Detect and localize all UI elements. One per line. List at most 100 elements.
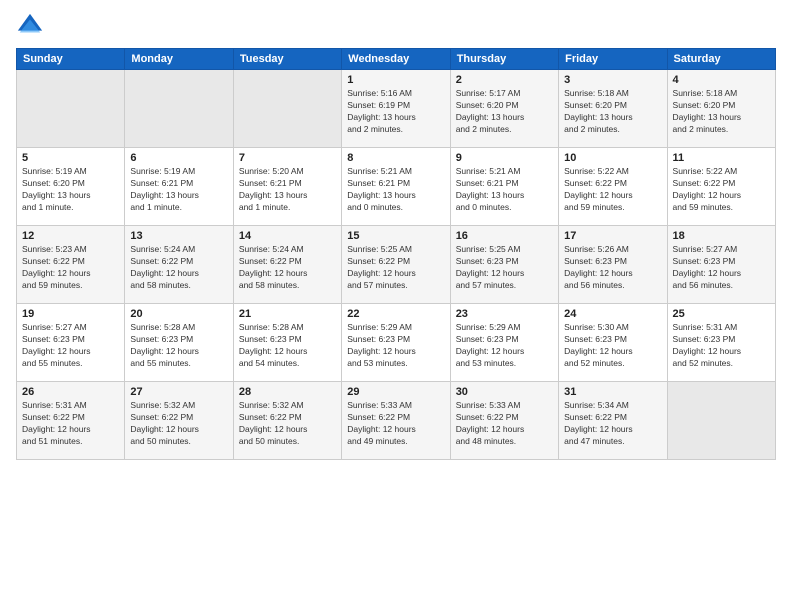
calendar-cell: 29 Sunrise: 5:33 AM Sunset: 6:22 PM Dayli… — [342, 382, 450, 460]
week-row: 1 Sunrise: 5:16 AM Sunset: 6:19 PM Daylig… — [17, 70, 776, 148]
calendar-cell: 9 Sunrise: 5:21 AM Sunset: 6:21 PM Daylig… — [450, 148, 558, 226]
calendar-cell: 21 Sunrise: 5:28 AM Sunset: 6:23 PM Dayli… — [233, 304, 341, 382]
day-number: 26 — [22, 386, 119, 398]
calendar-cell: 3Sunrise: 5:18 AM Sunset: 6:20 PM Daylig… — [559, 70, 667, 148]
calendar-cell: 26 Sunrise: 5:31 AM Sunset: 6:22 PM Dayli… — [17, 382, 125, 460]
day-number: 1 — [347, 74, 444, 86]
calendar-cell: 13Sunrise: 5:24 AM Sunset: 6:22 PM Dayli… — [125, 226, 233, 304]
day-number: 29 — [347, 386, 444, 398]
calendar-cell: 19 Sunrise: 5:27 AM Sunset: 6:23 PM Dayli… — [17, 304, 125, 382]
day-number: 18 — [673, 230, 770, 242]
week-row: 26 Sunrise: 5:31 AM Sunset: 6:22 PM Dayli… — [17, 382, 776, 460]
calendar-table: SundayMondayTuesdayWednesdayThursdayFrid… — [16, 48, 776, 460]
calendar-cell — [667, 382, 775, 460]
day-info: Sunrise: 5:24 AM Sunset: 6:22 PM Dayligh… — [239, 244, 336, 292]
day-number: 24 — [564, 308, 661, 320]
logo — [16, 12, 46, 40]
day-info: Sunrise: 5:26 AM Sunset: 6:23 PM Dayligh… — [564, 244, 661, 292]
day-info: Sunrise: 5:28 AM Sunset: 6:23 PM Dayligh… — [239, 322, 336, 370]
day-info: Sunrise: 5:20 AM Sunset: 6:21 PM Dayligh… — [239, 166, 336, 214]
day-number: 31 — [564, 386, 661, 398]
day-info: Sunrise: 5:23 AM Sunset: 6:22 PM Dayligh… — [22, 244, 119, 292]
day-info: Sunrise: 5:33 AM Sunset: 6:22 PM Dayligh… — [456, 400, 553, 448]
week-row: 5 Sunrise: 5:19 AM Sunset: 6:20 PM Daylig… — [17, 148, 776, 226]
day-info: Sunrise: 5:17 AM Sunset: 6:20 PM Dayligh… — [456, 88, 553, 136]
calendar-cell: 4 Sunrise: 5:18 AM Sunset: 6:20 PM Daylig… — [667, 70, 775, 148]
day-info: Sunrise: 5:29 AM Sunset: 6:23 PM Dayligh… — [456, 322, 553, 370]
calendar-cell: 17 Sunrise: 5:26 AM Sunset: 6:23 PM Dayli… — [559, 226, 667, 304]
calendar-cell: 1 Sunrise: 5:16 AM Sunset: 6:19 PM Daylig… — [342, 70, 450, 148]
day-info: Sunrise: 5:22 AM Sunset: 6:22 PM Dayligh… — [673, 166, 770, 214]
day-info: Sunrise: 5:34 AM Sunset: 6:22 PM Dayligh… — [564, 400, 661, 448]
day-number: 4 — [673, 74, 770, 86]
day-info: Sunrise: 5:33 AM Sunset: 6:22 PM Dayligh… — [347, 400, 444, 448]
day-info: Sunrise: 5:31 AM Sunset: 6:22 PM Dayligh… — [22, 400, 119, 448]
day-info: Sunrise: 5:31 AM Sunset: 6:23 PM Dayligh… — [673, 322, 770, 370]
calendar-cell: 8 Sunrise: 5:21 AM Sunset: 6:21 PM Daylig… — [342, 148, 450, 226]
day-number: 22 — [347, 308, 444, 320]
day-header: Thursday — [450, 49, 558, 70]
day-info: Sunrise: 5:28 AM Sunset: 6:23 PM Dayligh… — [130, 322, 227, 370]
calendar-cell: 15Sunrise: 5:25 AM Sunset: 6:22 PM Dayli… — [342, 226, 450, 304]
calendar-cell — [125, 70, 233, 148]
logo-icon — [16, 12, 44, 40]
calendar-cell: 28 Sunrise: 5:32 AM Sunset: 6:22 PM Dayli… — [233, 382, 341, 460]
calendar-cell — [233, 70, 341, 148]
day-info: Sunrise: 5:30 AM Sunset: 6:23 PM Dayligh… — [564, 322, 661, 370]
day-number: 9 — [456, 152, 553, 164]
day-info: Sunrise: 5:18 AM Sunset: 6:20 PM Dayligh… — [673, 88, 770, 136]
day-number: 6 — [130, 152, 227, 164]
day-number: 19 — [22, 308, 119, 320]
day-number: 28 — [239, 386, 336, 398]
day-header: Sunday — [17, 49, 125, 70]
day-header: Wednesday — [342, 49, 450, 70]
calendar-cell: 20 Sunrise: 5:28 AM Sunset: 6:23 PM Dayli… — [125, 304, 233, 382]
day-header: Monday — [125, 49, 233, 70]
day-header: Tuesday — [233, 49, 341, 70]
day-number: 5 — [22, 152, 119, 164]
day-info: Sunrise: 5:18 AM Sunset: 6:20 PM Dayligh… — [564, 88, 661, 136]
day-info: Sunrise: 5:25 AM Sunset: 6:23 PM Dayligh… — [456, 244, 553, 292]
day-info: Sunrise: 5:19 AM Sunset: 6:20 PM Dayligh… — [22, 166, 119, 214]
day-header: Friday — [559, 49, 667, 70]
day-header: Saturday — [667, 49, 775, 70]
day-info: Sunrise: 5:21 AM Sunset: 6:21 PM Dayligh… — [456, 166, 553, 214]
day-number: 25 — [673, 308, 770, 320]
calendar-cell: 7Sunrise: 5:20 AM Sunset: 6:21 PM Daylig… — [233, 148, 341, 226]
day-number: 14 — [239, 230, 336, 242]
day-number: 12 — [22, 230, 119, 242]
day-number: 17 — [564, 230, 661, 242]
header — [16, 12, 776, 40]
day-info: Sunrise: 5:25 AM Sunset: 6:22 PM Dayligh… — [347, 244, 444, 292]
calendar-cell — [17, 70, 125, 148]
day-info: Sunrise: 5:29 AM Sunset: 6:23 PM Dayligh… — [347, 322, 444, 370]
calendar-cell: 23 Sunrise: 5:29 AM Sunset: 6:23 PM Dayli… — [450, 304, 558, 382]
calendar-cell: 5 Sunrise: 5:19 AM Sunset: 6:20 PM Daylig… — [17, 148, 125, 226]
calendar-cell: 10 Sunrise: 5:22 AM Sunset: 6:22 PM Dayli… — [559, 148, 667, 226]
calendar-cell: 11Sunrise: 5:22 AM Sunset: 6:22 PM Dayli… — [667, 148, 775, 226]
day-info: Sunrise: 5:16 AM Sunset: 6:19 PM Dayligh… — [347, 88, 444, 136]
day-info: Sunrise: 5:21 AM Sunset: 6:21 PM Dayligh… — [347, 166, 444, 214]
day-info: Sunrise: 5:27 AM Sunset: 6:23 PM Dayligh… — [673, 244, 770, 292]
day-number: 8 — [347, 152, 444, 164]
calendar-cell: 16 Sunrise: 5:25 AM Sunset: 6:23 PM Dayli… — [450, 226, 558, 304]
day-number: 10 — [564, 152, 661, 164]
day-number: 21 — [239, 308, 336, 320]
day-number: 20 — [130, 308, 227, 320]
day-info: Sunrise: 5:32 AM Sunset: 6:22 PM Dayligh… — [130, 400, 227, 448]
day-info: Sunrise: 5:22 AM Sunset: 6:22 PM Dayligh… — [564, 166, 661, 214]
week-row: 12 Sunrise: 5:23 AM Sunset: 6:22 PM Dayli… — [17, 226, 776, 304]
day-number: 27 — [130, 386, 227, 398]
calendar-cell: 18 Sunrise: 5:27 AM Sunset: 6:23 PM Dayli… — [667, 226, 775, 304]
day-info: Sunrise: 5:24 AM Sunset: 6:22 PM Dayligh… — [130, 244, 227, 292]
day-info: Sunrise: 5:27 AM Sunset: 6:23 PM Dayligh… — [22, 322, 119, 370]
calendar-cell: 27 Sunrise: 5:32 AM Sunset: 6:22 PM Dayli… — [125, 382, 233, 460]
week-row: 19 Sunrise: 5:27 AM Sunset: 6:23 PM Dayli… — [17, 304, 776, 382]
day-number: 23 — [456, 308, 553, 320]
calendar-cell: 25 Sunrise: 5:31 AM Sunset: 6:23 PM Dayli… — [667, 304, 775, 382]
calendar-cell: 22 Sunrise: 5:29 AM Sunset: 6:23 PM Dayli… — [342, 304, 450, 382]
day-number: 30 — [456, 386, 553, 398]
day-number: 16 — [456, 230, 553, 242]
day-info: Sunrise: 5:32 AM Sunset: 6:22 PM Dayligh… — [239, 400, 336, 448]
calendar-cell: 2Sunrise: 5:17 AM Sunset: 6:20 PM Daylig… — [450, 70, 558, 148]
